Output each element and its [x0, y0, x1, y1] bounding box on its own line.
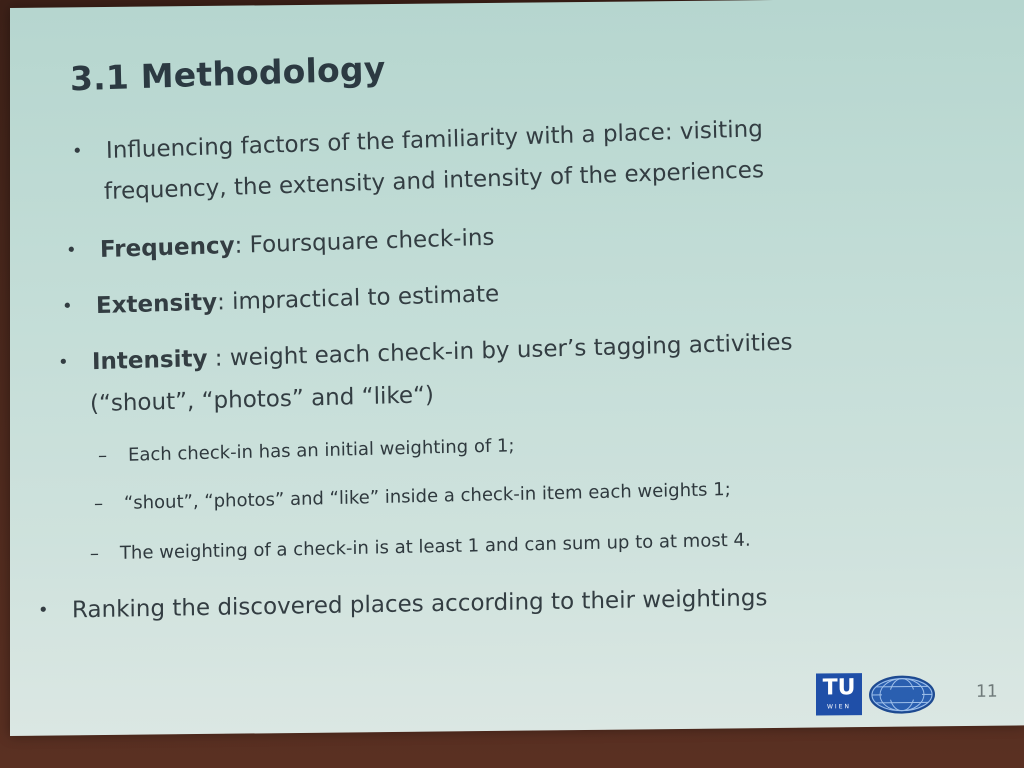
bullet-item-intensity-continued: (“shout”, “photos” and “like“): [90, 378, 434, 421]
sub-item-text: The weighting of a check-in is at least …: [119, 529, 751, 564]
bullet-item-frequency: • Frequency: Foursquare check-ins: [66, 221, 495, 267]
bullet-text: : impractical to estimate: [216, 281, 500, 316]
sub-item-marker: –: [97, 445, 108, 467]
bullet-item-intensity: • Intensity : weight each check-in by us…: [58, 326, 793, 380]
tu-logo-text: TU: [822, 675, 856, 701]
globe-logo-icon: [869, 675, 935, 714]
tu-logo-subtext: WIEN: [827, 703, 851, 711]
bullet-term: Extensity: [95, 289, 218, 320]
bullet-text: : weight each check-in by user’s tagging…: [207, 329, 793, 372]
bullet-text-line-2: (“shout”, “photos” and “like“): [89, 382, 435, 418]
sub-item-text: Each check-in has an initial weighting o…: [127, 435, 515, 466]
slide: 3.1 Methodology • Influencing factors of…: [10, 0, 1024, 736]
bullet-term: Intensity: [91, 345, 208, 376]
bullet-list: • Influencing factors of the familiarity…: [10, 0, 1024, 736]
bullet-marker: •: [37, 599, 49, 621]
page-number: 11: [976, 681, 998, 702]
sub-item-marker: –: [93, 493, 104, 515]
sub-item-text: “shout”, “photos” and “like” inside a ch…: [123, 479, 731, 514]
projection-room: 3.1 Methodology • Influencing factors of…: [0, 0, 1024, 768]
sub-item-initial-weighting: – Each check-in has an initial weighting…: [98, 433, 515, 468]
bullet-marker: •: [65, 239, 77, 262]
bullet-marker: •: [61, 295, 73, 318]
bullet-text: : Foursquare check-ins: [234, 224, 495, 259]
bullet-term: Frequency: [99, 232, 235, 264]
bullet-item-extensity: • Extensity: impractical to estimate: [62, 277, 500, 323]
bullet-item-ranking: • Ranking the discovered places accordin…: [38, 581, 768, 627]
bullet-marker: •: [71, 140, 83, 163]
sub-item-marker: –: [89, 543, 100, 565]
projector-screen: 3.1 Methodology • Influencing factors of…: [10, 0, 1024, 736]
sub-item-weight-range: – The weighting of a check-in is at leas…: [90, 528, 751, 567]
footer-logos: TU WIEN: [816, 670, 946, 719]
sub-item-tag-weights: – “shout”, “photos” and “like” inside a …: [94, 477, 731, 517]
bullet-text: Ranking the discovered places according …: [71, 585, 768, 624]
bullet-marker: •: [57, 351, 69, 374]
tu-wien-logo-icon: TU WIEN: [816, 673, 862, 716]
